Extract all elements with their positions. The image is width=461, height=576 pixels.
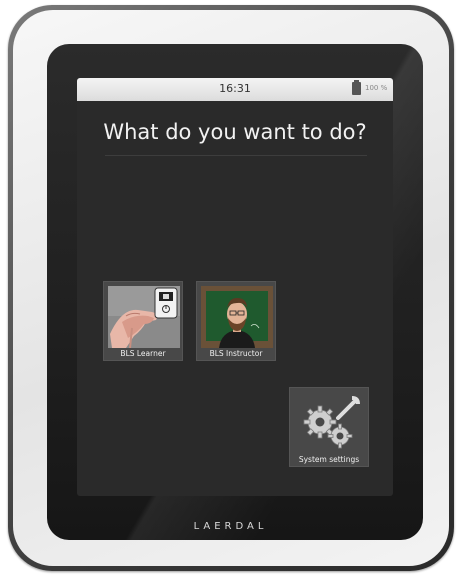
brand-logo: LAERDAL — [193, 521, 268, 532]
status-bar: 16:31 100 % — [77, 78, 393, 101]
system-settings-tile[interactable]: System settings — [289, 387, 369, 467]
title-divider — [105, 155, 367, 156]
cpr-hands-icon — [108, 286, 180, 348]
battery-level: 100 % — [365, 84, 388, 92]
gears-wrench-icon — [303, 396, 360, 449]
battery-icon — [352, 80, 361, 95]
system-settings-label: System settings — [298, 455, 360, 464]
bls-learner-tile[interactable]: BLS Learner — [103, 281, 183, 361]
bls-learner-label: BLS Learner — [120, 349, 166, 358]
bls-instructor-label: BLS Instructor — [209, 349, 263, 358]
screen: 16:31 100 % What do you want to do? BLS … — [77, 78, 393, 496]
bls-instructor-tile[interactable]: BLS Instructor — [196, 281, 276, 361]
instructor-portrait-icon — [201, 286, 273, 348]
status-clock: 16:31 — [219, 82, 251, 95]
page-title: What do you want to do? — [103, 120, 367, 144]
